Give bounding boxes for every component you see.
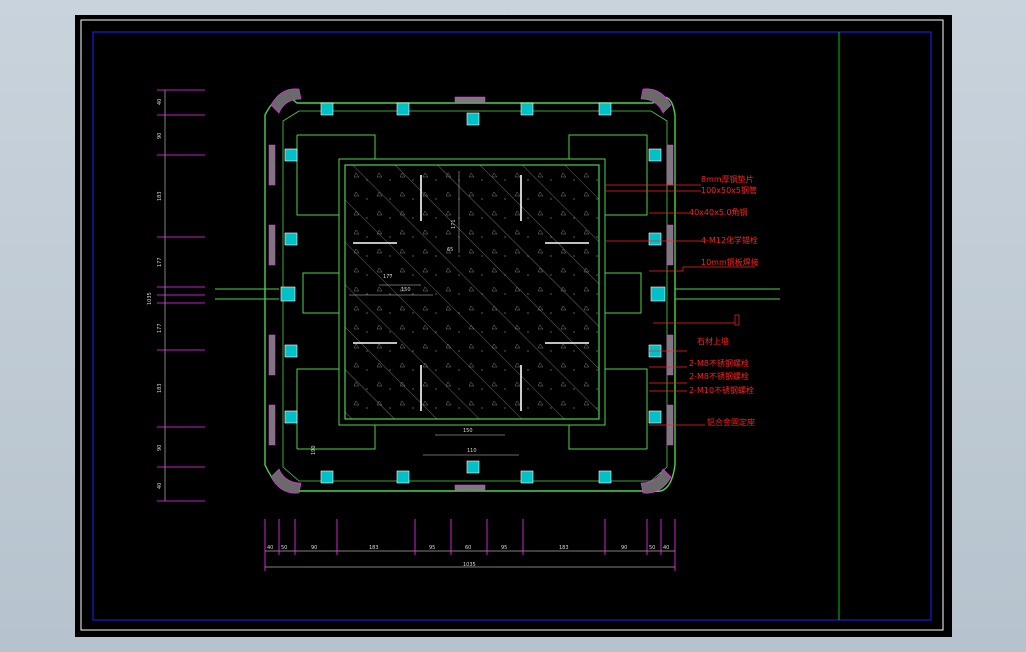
callout-chemical-anchor: 4-M12化学锚栓 (701, 235, 758, 245)
bottom-dim-4: 183 (369, 545, 379, 551)
left-dim-2: 90 (157, 133, 163, 139)
callout-steel-pipe: 100x50x5钢管 (701, 185, 757, 195)
left-dim-8: 40 (157, 483, 163, 489)
drawing-sheet: 40 90 183 177 177 183 90 40 1035 177 150… (75, 15, 952, 637)
bottom-dim-3: 90 (311, 545, 317, 551)
callout-marker (734, 314, 740, 326)
callout-m8-bolt-1: 2-M8不锈钢螺栓 (689, 358, 749, 368)
callout-steel-shim: 8mm厚钢垫片 (701, 174, 754, 184)
bottom-dim-10: 50 (649, 545, 655, 551)
left-dim-1: 40 (157, 99, 163, 105)
inner-dim-7: 190 (311, 445, 317, 455)
bottom-dim-7: 95 (501, 545, 507, 551)
left-dimension-chain (157, 89, 205, 502)
left-dimension-texts: 40 90 183 177 177 183 90 40 1035 (147, 99, 163, 489)
inner-dim-5: 150 (463, 428, 473, 434)
bottom-dim-11: 40 (663, 545, 669, 551)
inner-dim-6: 110 (467, 448, 477, 454)
inner-dim-2: 150 (401, 287, 411, 293)
bottom-dim-8: 183 (559, 545, 569, 551)
left-dim-total: 1035 (147, 292, 153, 305)
bottom-dim-2: 50 (281, 545, 287, 551)
inner-dim-4: 65 (447, 247, 453, 253)
bottom-dim-9: 90 (621, 545, 627, 551)
callout-aluminum-seat: 铝合金固定座 (707, 417, 755, 427)
inner-dim-3: 171 (451, 219, 457, 229)
callout-m10-bolt: 2-M10不锈钢螺栓 (689, 385, 754, 395)
left-dim-3: 183 (157, 191, 163, 201)
callout-m8-bolt-2: 2-M8不锈钢螺栓 (689, 371, 749, 381)
left-dim-4: 177 (157, 257, 163, 267)
bottom-dimension-texts: 40 50 90 183 95 60 95 183 90 50 40 1035 (267, 545, 669, 568)
left-dim-6: 183 (157, 383, 163, 393)
left-dim-7: 90 (157, 445, 163, 451)
cad-drawing: 40 90 183 177 177 183 90 40 1035 177 150… (80, 19, 944, 631)
concrete-speckle (345, 165, 599, 419)
bottom-dim-1: 40 (267, 545, 273, 551)
callout-stone-wall: 石材上墙 (697, 336, 729, 346)
callout-angle-steel: 40x40x5.0角钢 (689, 207, 748, 217)
bottom-dim-total: 1035 (463, 562, 476, 568)
callout-labels: 8mm厚钢垫片 100x50x5钢管 40x40x5.0角钢 4-M12化学锚栓… (689, 174, 759, 427)
inner-dim-1: 177 (383, 274, 393, 280)
callout-steel-plate: 10mm钢板焊接 (701, 257, 759, 267)
left-dim-5: 177 (157, 323, 163, 333)
bottom-dim-5: 95 (429, 545, 435, 551)
bottom-dim-6: 60 (465, 545, 471, 551)
